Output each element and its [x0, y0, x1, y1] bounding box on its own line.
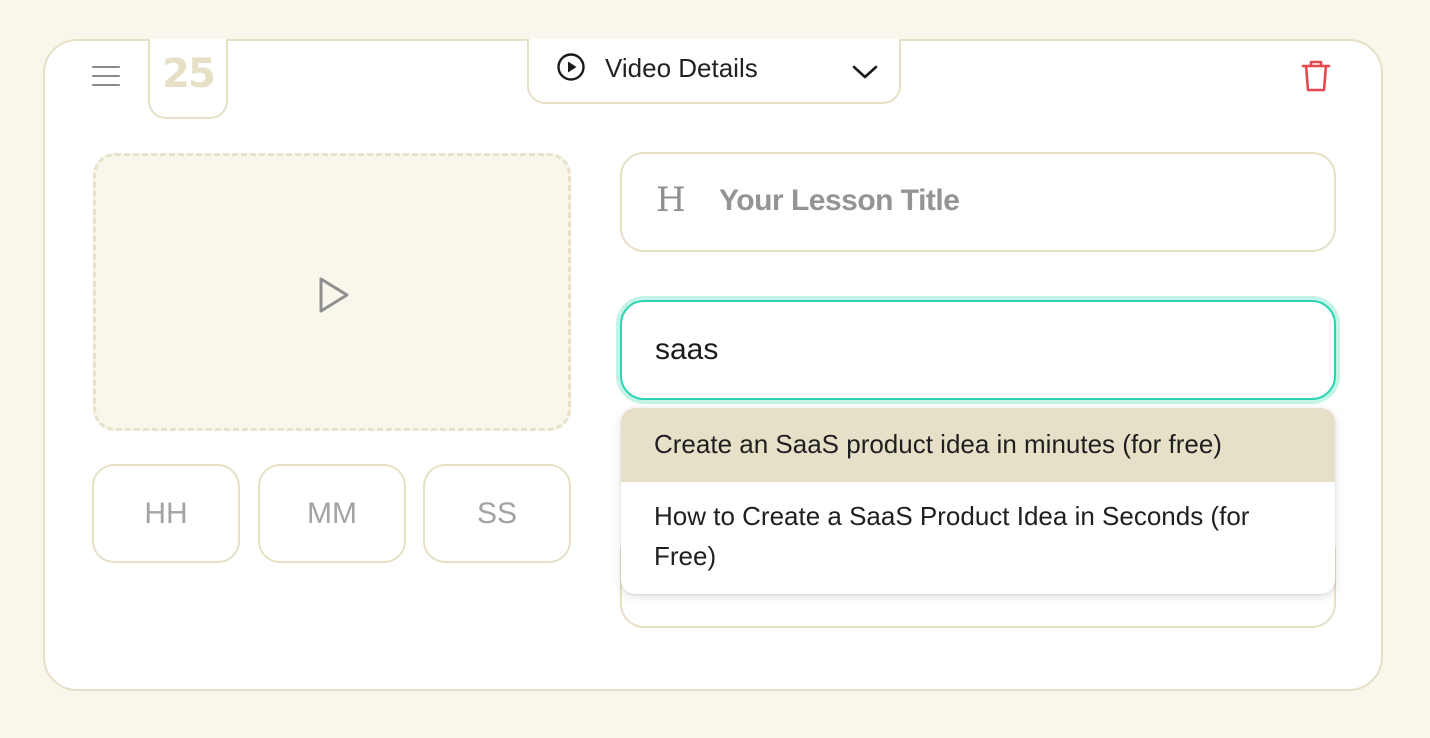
hours-input[interactable]: HH	[92, 464, 240, 563]
lesson-search-value: saas	[655, 333, 719, 366]
lesson-search-input[interactable]: saas	[620, 300, 1336, 400]
lesson-title-input[interactable]: H Your Lesson Title	[620, 152, 1336, 252]
chevron-down-icon	[852, 65, 878, 79]
heading-icon: H	[656, 180, 686, 220]
video-upload-area[interactable]	[93, 153, 571, 431]
play-outline-icon	[319, 277, 349, 313]
video-details-label: Video Details	[605, 53, 758, 83]
trash-icon[interactable]	[1300, 58, 1332, 94]
lesson-title-placeholder: Your Lesson Title	[719, 184, 960, 217]
minutes-input[interactable]: MM	[258, 464, 406, 563]
suggestions-dropdown: Create an SaaS product idea in minutes (…	[621, 408, 1335, 594]
lesson-number-tab: 25	[148, 39, 228, 119]
suggestion-item[interactable]: How to Create a SaaS Product Idea in Sec…	[621, 408, 1335, 576]
video-details-dropdown[interactable]: Video Details	[527, 39, 901, 104]
seconds-input[interactable]: SS	[423, 464, 571, 563]
hamburger-icon[interactable]	[90, 62, 122, 90]
lesson-number: 25	[162, 51, 216, 97]
play-circle-icon	[557, 53, 585, 81]
